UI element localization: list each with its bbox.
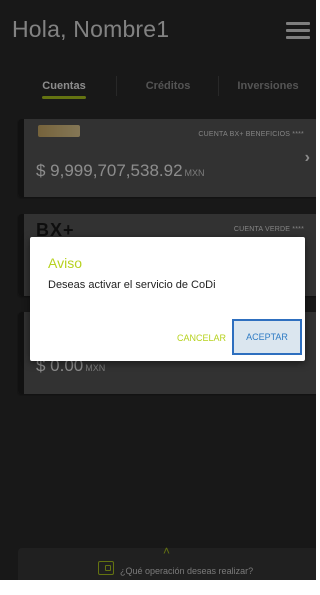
app-screen: Hola, Nombre1 Cuentas Créditos Inversion… <box>0 0 316 580</box>
accept-button[interactable]: ACEPTAR <box>232 319 302 355</box>
codi-dialog: Aviso Deseas activar el servicio de CoDi… <box>30 237 305 361</box>
dialog-title: Aviso <box>48 255 82 271</box>
cancel-button[interactable]: CANCELAR <box>177 333 226 343</box>
dialog-message: Deseas activar el servicio de CoDi <box>48 279 216 291</box>
